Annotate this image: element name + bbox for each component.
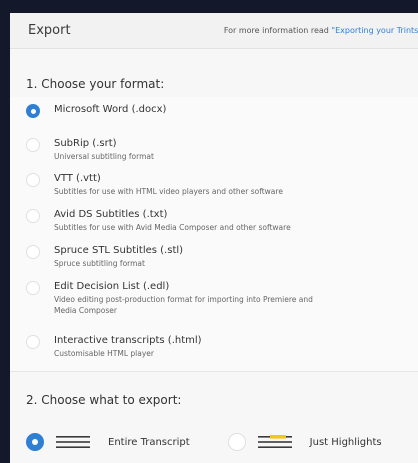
- radio-icon[interactable]: [227, 433, 246, 451]
- export-options: Entire Transcript Just Highlights: [26, 433, 382, 451]
- lines-icon: [56, 436, 90, 448]
- export-option-label: Entire Transcript: [108, 436, 190, 448]
- radio-icon[interactable]: [26, 173, 40, 187]
- format-list[interactable]: Microsoft Word (.docx) SubRip (.srt) Uni…: [10, 97, 418, 371]
- help-link[interactable]: "Exporting your Trints": [331, 26, 418, 35]
- radio-icon[interactable]: [26, 209, 40, 223]
- format-label: Avid DS Subtitles (.txt): [54, 209, 168, 220]
- format-option-edl[interactable]: Edit Decision List (.edl) Video editing …: [26, 280, 418, 316]
- format-desc: Subtitles for use with Avid Media Compos…: [54, 223, 291, 232]
- format-label: Spruce STL Subtitles (.stl): [54, 245, 184, 256]
- section-export-title: 2. Choose what to export:: [26, 393, 182, 407]
- export-entire-transcript[interactable]: Entire Transcript: [26, 433, 190, 451]
- format-option-srt[interactable]: SubRip (.srt) Universal subtitling forma…: [26, 137, 418, 162]
- help-prefix: For more information read: [223, 26, 332, 35]
- format-desc-cont: Media Composer: [54, 306, 117, 315]
- format-option-docx[interactable]: Microsoft Word (.docx): [26, 103, 418, 118]
- format-option-avid[interactable]: Avid DS Subtitles (.txt) Subtitles for u…: [26, 208, 418, 233]
- section-format-title: 1. Choose your format:: [26, 77, 165, 91]
- format-desc: Customisable HTML player: [54, 349, 154, 358]
- radio-selected-icon[interactable]: [26, 433, 44, 451]
- format-label: Microsoft Word (.docx): [54, 104, 167, 115]
- format-label: Edit Decision List (.edl): [54, 281, 170, 292]
- format-desc: Spruce subtitling format: [54, 259, 145, 268]
- format-desc: Subtitles for use with HTML video player…: [54, 187, 283, 196]
- section-divider: [10, 371, 418, 372]
- format-option-html[interactable]: Interactive transcripts (.html) Customis…: [26, 334, 418, 359]
- format-option-vtt[interactable]: VTT (.vtt) Subtitles for use with HTML v…: [26, 172, 418, 197]
- export-option-label: Just Highlights: [309, 436, 382, 448]
- radio-icon[interactable]: [26, 138, 40, 152]
- dialog-header: Export For more information read "Export…: [10, 13, 418, 49]
- export-just-highlights[interactable]: Just Highlights: [227, 433, 382, 451]
- format-option-stl[interactable]: Spruce STL Subtitles (.stl) Spruce subti…: [26, 244, 418, 269]
- radio-selected-icon[interactable]: [26, 104, 40, 118]
- format-label: VTT (.vtt): [54, 173, 101, 184]
- format-desc: Video editing post-production format for…: [54, 295, 313, 304]
- radio-icon[interactable]: [26, 335, 40, 349]
- dialog-title: Export: [28, 23, 71, 38]
- format-label: SubRip (.srt): [54, 138, 117, 149]
- radio-icon[interactable]: [26, 281, 40, 295]
- export-dialog: Export For more information read "Export…: [10, 13, 418, 463]
- help-text: For more information read "Exporting you…: [224, 26, 418, 35]
- format-label: Interactive transcripts (.html): [54, 335, 202, 346]
- highlight-lines-icon: [257, 435, 292, 448]
- radio-icon[interactable]: [26, 245, 40, 259]
- format-desc: Universal subtitling format: [54, 152, 154, 161]
